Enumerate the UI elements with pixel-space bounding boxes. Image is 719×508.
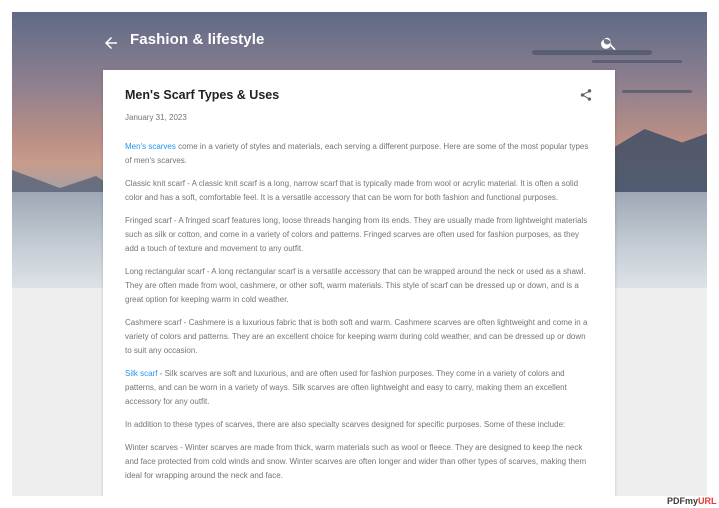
page-background: Fashion & lifestyle Men's Scarf Types & …	[12, 12, 707, 496]
share-icon[interactable]	[579, 88, 593, 102]
post-body: Men's scarves come in a variety of style…	[125, 140, 591, 492]
mens-scarves-link[interactable]: Men's scarves	[125, 142, 176, 151]
paragraph-classic: Classic knit scarf - A classic knit scar…	[125, 179, 579, 202]
blog-title[interactable]: Fashion & lifestyle	[130, 31, 264, 48]
cloud-shape	[592, 60, 682, 63]
pdfmyurl-logo: PDFmyURL	[667, 496, 717, 506]
intro-text: come in a variety of styles and material…	[125, 142, 589, 165]
paragraph-long: Long rectangular scarf - A long rectangu…	[125, 267, 586, 304]
post-card: Men's Scarf Types & Uses January 31, 202…	[103, 70, 615, 496]
cloud-shape	[532, 50, 652, 55]
paragraph-intro: Men's scarves come in a variety of style…	[125, 140, 591, 168]
silk-text: - Silk scarves are soft and luxurious, a…	[125, 369, 567, 406]
paragraph-cashmere: Cashmere scarf - Cashmere is a luxurious…	[125, 318, 588, 355]
silk-scarf-link[interactable]: Silk scarf	[125, 369, 157, 378]
arrow-left-icon[interactable]	[102, 34, 120, 52]
paragraph-winter: Winter scarves - Winter scarves are made…	[125, 443, 587, 480]
paragraph-fringed: Fringed scarf - A fringed scarf features…	[125, 216, 588, 253]
post-date: January 31, 2023	[125, 113, 187, 122]
cloud-shape	[622, 90, 692, 93]
paragraph-specialty: In addition to these types of scarves, t…	[125, 420, 566, 429]
paragraph-silk: Silk scarf - Silk scarves are soft and l…	[125, 367, 591, 409]
search-icon[interactable]	[600, 34, 618, 52]
post-title: Men's Scarf Types & Uses	[125, 88, 280, 102]
